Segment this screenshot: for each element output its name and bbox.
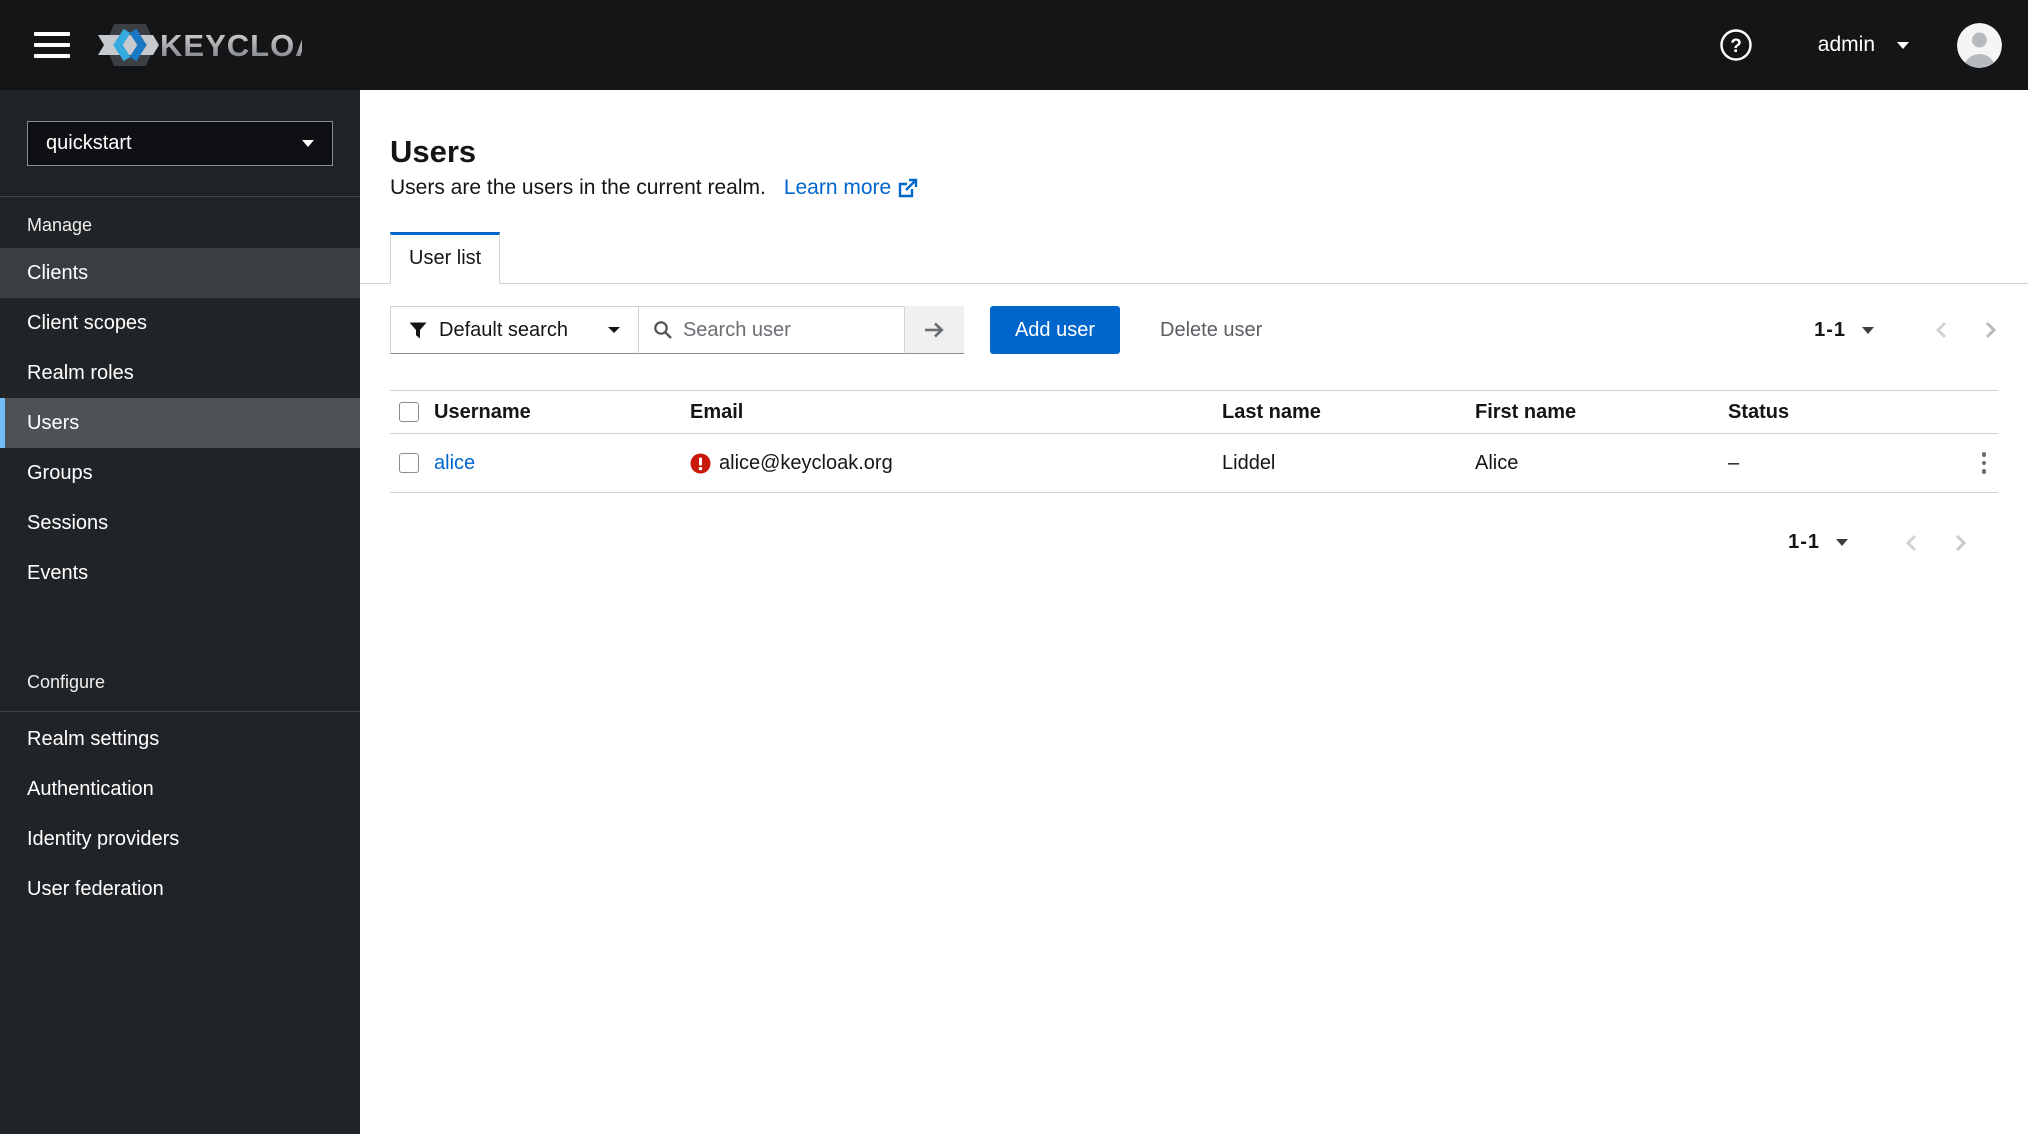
users-table: Username Email Last name First name Stat…	[390, 390, 1998, 493]
search-box	[638, 306, 905, 354]
last-name-value: Liddel	[1222, 451, 1276, 474]
help-icon[interactable]: ?	[1718, 27, 1754, 63]
email-value: alice@keycloak.org	[719, 451, 893, 474]
nav-section-manage: Manage	[27, 215, 93, 235]
page-title: Users	[390, 134, 477, 169]
main-content: Users Users are the users in the current…	[360, 90, 2028, 1134]
logged-in-username: admin	[1817, 33, 1875, 56]
tab-bar: User list	[360, 232, 2028, 284]
keycloak-logo-icon: KEYCLOAK	[98, 24, 302, 66]
learn-more-link[interactable]: Learn more	[784, 176, 918, 200]
sidebar-item-user-federation[interactable]: User federation	[0, 864, 360, 914]
add-user-button[interactable]: Add user	[989, 306, 1121, 354]
svg-text:?: ?	[1730, 36, 1742, 57]
pagination-top: 1-1	[1814, 319, 1998, 342]
next-page-icon[interactable]	[1954, 533, 1968, 553]
chevron-down-icon	[607, 327, 620, 333]
search-type-dropdown[interactable]: Default search	[390, 306, 639, 354]
pagination-bottom: 1-1	[360, 493, 2028, 554]
tab-user-list[interactable]: User list	[390, 232, 501, 284]
sidebar-item-users[interactable]: Users	[0, 398, 360, 448]
table-row: alice alice@keycloak.org Liddel Alice –	[390, 434, 1998, 493]
table-header-row: Username Email Last name First name Stat…	[390, 391, 1998, 434]
pagination-options-icon[interactable]	[1862, 326, 1874, 334]
search-icon	[654, 321, 672, 339]
current-realm: quickstart	[46, 132, 132, 154]
svg-text:KEYCLOAK: KEYCLOAK	[160, 28, 302, 63]
table-toolbar: Default search Add user	[360, 284, 2028, 354]
nav-section-configure: Configure	[27, 672, 106, 692]
page-description: Users are the users in the current realm…	[390, 176, 766, 199]
row-actions-kebab-icon[interactable]	[1976, 446, 1993, 480]
sidebar: quickstart Manage Clients Client scopes …	[0, 90, 360, 1134]
column-header-first-name: First name	[1475, 400, 1577, 423]
pagination-range: 1-1	[1788, 531, 1820, 553]
sidebar-item-sessions[interactable]: Sessions	[0, 498, 360, 548]
sidebar-item-identity-providers[interactable]: Identity providers	[0, 814, 360, 864]
column-header-last-name: Last name	[1222, 400, 1321, 423]
filter-icon	[409, 322, 427, 338]
select-all-checkbox[interactable]	[399, 402, 419, 422]
sidebar-divider	[0, 711, 360, 712]
sidebar-item-realm-roles[interactable]: Realm roles	[0, 348, 360, 398]
keycloak-logo[interactable]: KEYCLOAK	[96, 20, 302, 70]
sidebar-item-client-scopes[interactable]: Client scopes	[0, 298, 360, 348]
search-submit-button[interactable]	[904, 306, 964, 354]
pagination-options-icon[interactable]	[1836, 539, 1848, 546]
search-input[interactable]	[682, 318, 873, 342]
user-dropdown[interactable]: admin	[1818, 33, 1909, 57]
sidebar-item-authentication[interactable]: Authentication	[0, 764, 360, 814]
masthead: KEYCLOAK ? admin	[0, 0, 2028, 90]
previous-page-icon[interactable]	[1934, 320, 1948, 340]
column-header-status: Status	[1728, 400, 1790, 423]
delete-user-button[interactable]: Delete user	[1160, 319, 1262, 342]
avatar[interactable]	[1957, 22, 2002, 68]
next-page-icon[interactable]	[1984, 320, 1998, 340]
email-invalid-icon	[690, 453, 711, 473]
sidebar-item-realm-settings[interactable]: Realm settings	[0, 714, 360, 764]
status-value: –	[1728, 451, 1740, 474]
sidebar-item-groups[interactable]: Groups	[0, 448, 360, 498]
keycloak-admin-console: KEYCLOAK ? admin	[0, 0, 2028, 1134]
external-link-icon	[899, 178, 918, 198]
column-header-username: Username	[434, 400, 531, 423]
previous-page-icon[interactable]	[1904, 533, 1918, 553]
sidebar-item-events[interactable]: Events	[0, 548, 360, 598]
chevron-down-icon	[302, 140, 314, 147]
sidebar-item-clients[interactable]: Clients	[0, 248, 360, 298]
row-checkbox[interactable]	[399, 453, 419, 473]
first-name-value: Alice	[1475, 451, 1519, 474]
chevron-down-icon	[1897, 41, 1909, 49]
pagination-range: 1-1	[1814, 318, 1846, 341]
realm-selector[interactable]: quickstart	[27, 121, 333, 166]
column-header-email: Email	[690, 400, 744, 423]
username-link[interactable]: alice	[434, 452, 690, 475]
arrow-right-icon	[925, 322, 945, 337]
hamburger-menu-icon[interactable]	[34, 32, 70, 58]
